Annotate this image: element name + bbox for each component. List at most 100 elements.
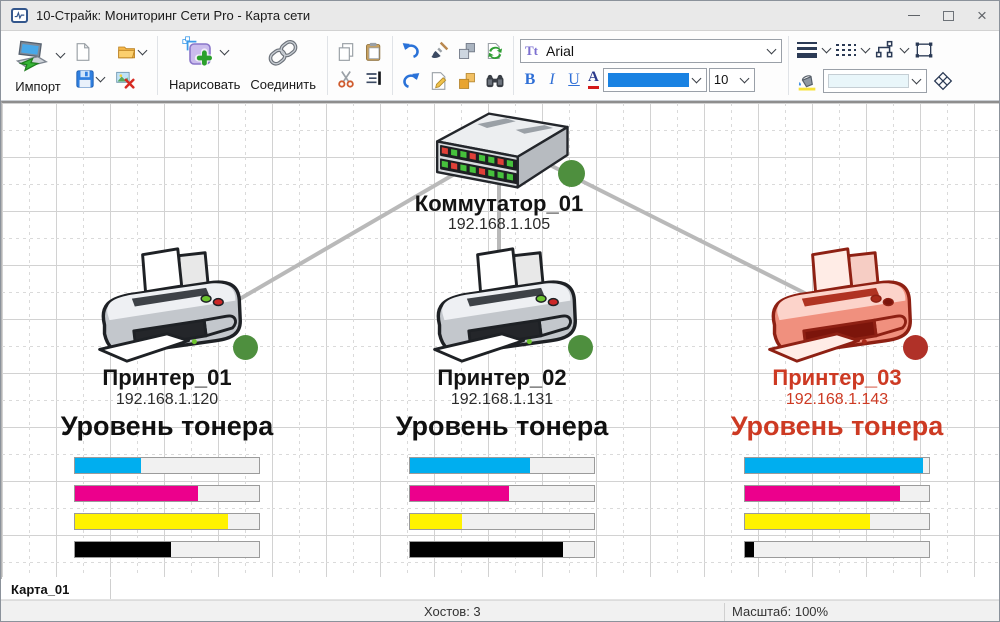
switch-node[interactable]: Коммутатор_01 192.168.1.105 <box>349 105 649 235</box>
toner-fill <box>745 458 923 473</box>
minimize-button[interactable] <box>897 1 931 30</box>
import-label: Импорт <box>15 79 60 94</box>
status-bar: Хостов: 3 Масштаб: 100% <box>1 600 999 622</box>
app-icon <box>11 8 28 23</box>
fill-color-select[interactable] <box>823 69 927 93</box>
toner-fill <box>75 542 171 557</box>
font-icon: Tt <box>525 43 538 59</box>
network-canvas[interactable]: Коммутатор_01 192.168.1.105 Принтер_01 1… <box>1 101 1000 579</box>
close-button[interactable]: × <box>965 1 999 30</box>
toner-fill <box>745 486 900 501</box>
toner-fill <box>410 514 462 529</box>
title-bar: 10-Страйк: Мониторинг Сети Pro - Карта с… <box>1 1 999 31</box>
delete-map-icon <box>115 69 135 89</box>
undo-button[interactable] <box>399 39 423 63</box>
font-size-select[interactable]: 10 <box>709 68 755 92</box>
toner-fill <box>75 486 198 501</box>
maximize-button[interactable] <box>931 1 965 30</box>
printer-icon <box>83 243 253 368</box>
fill-color-swatch <box>828 74 909 88</box>
node-ip: 192.168.1.131 <box>352 391 652 409</box>
printer-node-1[interactable]: Принтер_01 192.168.1.120 Уровень тонера <box>17 243 317 563</box>
format-brush-button[interactable] <box>427 39 451 63</box>
printer-node-3[interactable]: Принтер_03 192.168.1.143 Уровень тонера <box>687 243 987 563</box>
refresh-map-icon <box>485 41 505 61</box>
toner-fill <box>75 514 228 529</box>
cut-button[interactable] <box>334 67 358 91</box>
printer-node-2[interactable]: Принтер_02 192.168.1.131 Уровень тонера <box>352 243 652 563</box>
node-name: Принтер_01 <box>17 365 317 391</box>
find-button[interactable] <box>483 69 507 93</box>
status-icon <box>558 160 585 187</box>
map-tab-bar: Карта_01 <box>1 579 999 600</box>
connector-style-select[interactable] <box>873 38 897 62</box>
draw-label: Нарисовать <box>169 77 240 92</box>
open-folder-icon <box>117 42 137 62</box>
underline-button[interactable]: U <box>564 71 584 89</box>
node-ip: 192.168.1.105 <box>349 216 649 234</box>
chevron-down-icon <box>822 44 832 54</box>
bring-forward-button[interactable] <box>455 39 479 63</box>
window-title: 10-Страйк: Мониторинг Сети Pro - Карта с… <box>36 8 310 23</box>
paste-button[interactable] <box>362 40 386 64</box>
redo-button[interactable] <box>399 69 423 93</box>
toner-fill <box>410 458 530 473</box>
text-color-select[interactable] <box>603 68 707 92</box>
chevron-down-icon <box>219 46 229 56</box>
printer-icon <box>753 243 923 368</box>
refresh-map-button[interactable] <box>483 39 507 63</box>
frame-rect-icon <box>914 40 934 60</box>
send-backward-icon <box>457 71 477 91</box>
toner-bar-magenta <box>74 485 260 502</box>
toner-bar-black <box>409 541 595 558</box>
chevron-down-icon <box>767 44 777 54</box>
draw-shape-icon <box>180 36 216 68</box>
switch-icon <box>421 105 576 197</box>
line-style-select[interactable] <box>834 38 858 62</box>
maximize-icon <box>943 11 954 21</box>
save-map-button[interactable] <box>71 67 109 91</box>
draw-button[interactable]: Нарисовать <box>164 34 245 94</box>
edit-page-icon <box>429 71 449 91</box>
connect-button[interactable]: Соединить <box>245 34 321 94</box>
fill-color-button[interactable] <box>795 69 819 93</box>
frame-button[interactable] <box>912 38 936 62</box>
hosts-count: Хостов: 3 <box>424 604 481 619</box>
node-ip: 192.168.1.143 <box>687 391 987 409</box>
open-map-button[interactable] <box>113 40 151 64</box>
toner-bar-cyan <box>74 457 260 474</box>
hatch-pattern-icon <box>933 71 953 91</box>
arrange-button[interactable] <box>362 67 386 91</box>
italic-button[interactable]: I <box>542 71 562 89</box>
undo-icon <box>401 41 421 61</box>
font-family-select[interactable]: Tt Arial <box>520 39 782 63</box>
toner-title: Уровень тонера <box>17 411 317 442</box>
node-name: Принтер_03 <box>687 365 987 391</box>
new-map-button[interactable] <box>71 40 95 64</box>
line-width-select[interactable] <box>795 38 819 62</box>
toner-fill <box>75 458 141 473</box>
edit-style-button[interactable] <box>427 69 451 93</box>
scissors-icon <box>336 69 356 89</box>
hatch-button[interactable] <box>931 69 955 93</box>
font-color-button[interactable]: A <box>588 70 599 89</box>
font-family-value: Arial <box>546 43 574 59</box>
printer-icon <box>418 243 588 368</box>
chevron-down-icon <box>912 75 922 85</box>
import-button[interactable]: Импорт <box>5 36 71 96</box>
copy-button[interactable] <box>334 40 358 64</box>
app-window: 10-Страйк: Мониторинг Сети Pro - Карта с… <box>0 0 1000 622</box>
send-backward-button[interactable] <box>455 69 479 93</box>
bold-button[interactable]: B <box>520 71 540 89</box>
connector-style-icon <box>875 40 895 60</box>
chain-link-icon <box>266 36 300 68</box>
map-tab[interactable]: Карта_01 <box>1 579 111 599</box>
toner-bar-magenta <box>409 485 595 502</box>
minimize-icon <box>908 15 920 16</box>
node-name: Принтер_02 <box>352 365 652 391</box>
chevron-down-icon <box>56 48 66 58</box>
toner-title: Уровень тонера <box>687 411 987 442</box>
text-color-swatch <box>608 73 689 87</box>
node-name: Коммутатор_01 <box>349 191 649 217</box>
delete-map-button[interactable] <box>113 67 137 91</box>
